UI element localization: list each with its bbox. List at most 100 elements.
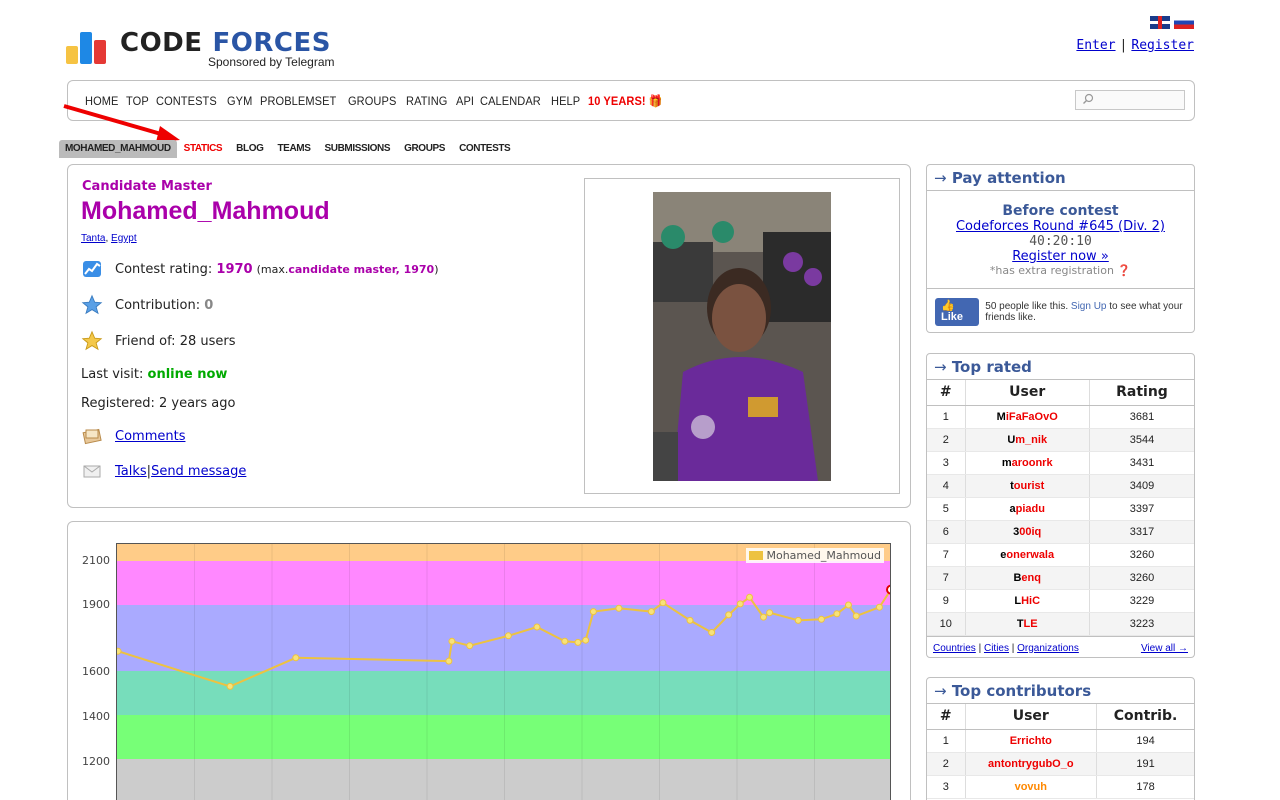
facebook-signup-link[interactable]: Sign Up [1071, 301, 1107, 312]
talks-row: Talks | Send message [81, 460, 246, 482]
user-cell[interactable]: maroonrk [965, 451, 1090, 475]
submenu-item-groups[interactable]: GROUPS [397, 140, 452, 158]
rating-point[interactable] [445, 657, 453, 665]
table-row: 1 Errichto 194 [927, 729, 1194, 753]
user-cell[interactable]: tourist [965, 474, 1090, 498]
country-link[interactable]: Egypt [111, 233, 137, 244]
table-row: 2 antontrygubO_o 191 [927, 752, 1194, 776]
user-cell[interactable]: Benq [965, 566, 1090, 590]
user-cell[interactable]: TLE [965, 612, 1090, 636]
user-cell[interactable]: LHiC [965, 589, 1090, 613]
enter-link[interactable]: Enter [1076, 38, 1115, 53]
organizations-link[interactable]: Organizations [1017, 643, 1079, 654]
rating-point[interactable] [561, 637, 569, 645]
last-visit-value: online now [147, 367, 228, 382]
register-now-link[interactable]: Register now » [1012, 249, 1109, 264]
top-contributors-table: # User Contrib. 1 Errichto 194 2 antontrygub… [927, 704, 1194, 799]
table-row: 7 Benq 3260 [927, 566, 1194, 590]
rating-point[interactable] [117, 647, 122, 655]
countries-link[interactable]: Countries [933, 643, 976, 654]
col-user: User [965, 704, 1098, 730]
rating-point[interactable] [833, 610, 841, 618]
submenu-item-teams[interactable]: TEAMS [270, 140, 317, 158]
rating-point[interactable] [794, 616, 802, 624]
rating-cell: 3681 [1089, 405, 1194, 429]
cities-link[interactable]: Cities [984, 643, 1009, 654]
rating-point[interactable] [886, 584, 891, 595]
menu-item-10-years[interactable]: 10 YEARS! 🎁 [588, 94, 663, 108]
rating-point[interactable] [292, 654, 300, 662]
submenu-item-profile[interactable]: MOHAMED_MAHMOUD [59, 140, 177, 158]
registered-row: Registered: 2 years ago [81, 396, 235, 411]
rating-point[interactable] [875, 603, 883, 611]
user-cell[interactable]: antontrygubO_o [965, 752, 1098, 776]
register-link[interactable]: Register [1131, 38, 1194, 53]
user-location: Tanta, Egypt [81, 233, 137, 244]
rating-point[interactable] [448, 637, 456, 645]
user-handle-rest: piadu [1015, 502, 1045, 515]
y-tick-2100: 2100 [82, 554, 110, 567]
english-flag-icon[interactable] [1150, 16, 1170, 29]
upcoming-round-link[interactable]: Codeforces Round #645 (Div. 2) [956, 219, 1165, 234]
menu-item-rating[interactable]: RATING [406, 94, 447, 108]
search-input[interactable] [1075, 90, 1185, 110]
rating-point[interactable] [759, 613, 767, 621]
rating-point[interactable] [574, 638, 582, 646]
user-handle-rest: m_nik [1015, 433, 1048, 446]
rank-cell: 9 [927, 589, 966, 613]
user-cell[interactable]: 300iq [965, 520, 1090, 544]
user-cell[interactable]: eonerwala [965, 543, 1090, 567]
city-link[interactable]: Tanta [81, 233, 105, 244]
rating-point[interactable] [647, 608, 655, 616]
rating-point[interactable] [615, 604, 623, 612]
rating-point[interactable] [589, 608, 597, 616]
rating-point[interactable] [466, 642, 474, 650]
user-cell[interactable]: apiadu [965, 497, 1090, 521]
facebook-like-label: Like [941, 311, 964, 323]
rating-point[interactable] [844, 601, 852, 609]
rating-point[interactable] [659, 599, 667, 607]
rating-point[interactable] [746, 593, 754, 601]
user-cell[interactable]: vovuh [965, 775, 1098, 799]
rating-point[interactable] [766, 609, 774, 617]
user-handle-rest: 00iq [1019, 525, 1042, 538]
comments-link[interactable]: Comments [115, 429, 185, 444]
rating-point[interactable] [504, 632, 512, 640]
submenu-item-submissions[interactable]: SUBMISSIONS [317, 140, 397, 158]
submenu-item-statics[interactable]: STATICS [177, 140, 230, 158]
contributor-handle: antontrygubO_o [988, 757, 1074, 770]
russian-flag-icon[interactable] [1174, 16, 1194, 29]
user-cell[interactable]: MiFaFaOvO [965, 405, 1090, 429]
rating-point[interactable] [852, 612, 860, 620]
rating-point[interactable] [533, 623, 541, 631]
submenu-item-contests[interactable]: CONTESTS [452, 140, 517, 158]
comments-row: Comments [81, 425, 185, 447]
menu-item-api[interactable]: API [456, 94, 474, 108]
menu-item-problemset[interactable]: PROBLEMSET [260, 94, 336, 108]
submenu-item-blog[interactable]: BLOG [229, 140, 270, 158]
send-message-link[interactable]: Send message [151, 464, 246, 479]
rating-point[interactable] [725, 611, 733, 619]
rating-point[interactable] [817, 615, 825, 623]
rating-point[interactable] [582, 636, 590, 644]
rating-point[interactable] [736, 600, 744, 608]
rating-point[interactable] [226, 682, 234, 690]
view-all-link[interactable]: View all → [1141, 643, 1188, 654]
rating-point[interactable] [708, 629, 716, 636]
rating-cell: 3260 [1089, 543, 1194, 567]
talks-link[interactable]: Talks [115, 464, 147, 479]
menu-item-gym[interactable]: GYM [227, 94, 252, 108]
menu-item-groups[interactable]: GROUPS [348, 94, 396, 108]
codeforces-logo[interactable]: CODE FORCES Sponsored by Telegram [66, 22, 356, 72]
help-icon[interactable]: ❓ [1114, 264, 1131, 277]
user-cell[interactable]: Um_nik [965, 428, 1090, 452]
user-handle-rest: onerwala [1006, 548, 1055, 561]
user-cell[interactable]: Errichto [965, 729, 1098, 753]
rating-point[interactable] [686, 616, 694, 624]
auth-links: Enter | Register [1076, 38, 1194, 53]
facebook-like-button[interactable]: 👍 Like [935, 298, 980, 326]
menu-item-calendar[interactable]: CALENDAR [480, 94, 541, 108]
menu-item-help[interactable]: HELP [551, 94, 580, 108]
rating-plot: Mohamed_Mahmoud [116, 543, 891, 800]
user-handle: Mohamed_Mahmoud [81, 197, 330, 225]
